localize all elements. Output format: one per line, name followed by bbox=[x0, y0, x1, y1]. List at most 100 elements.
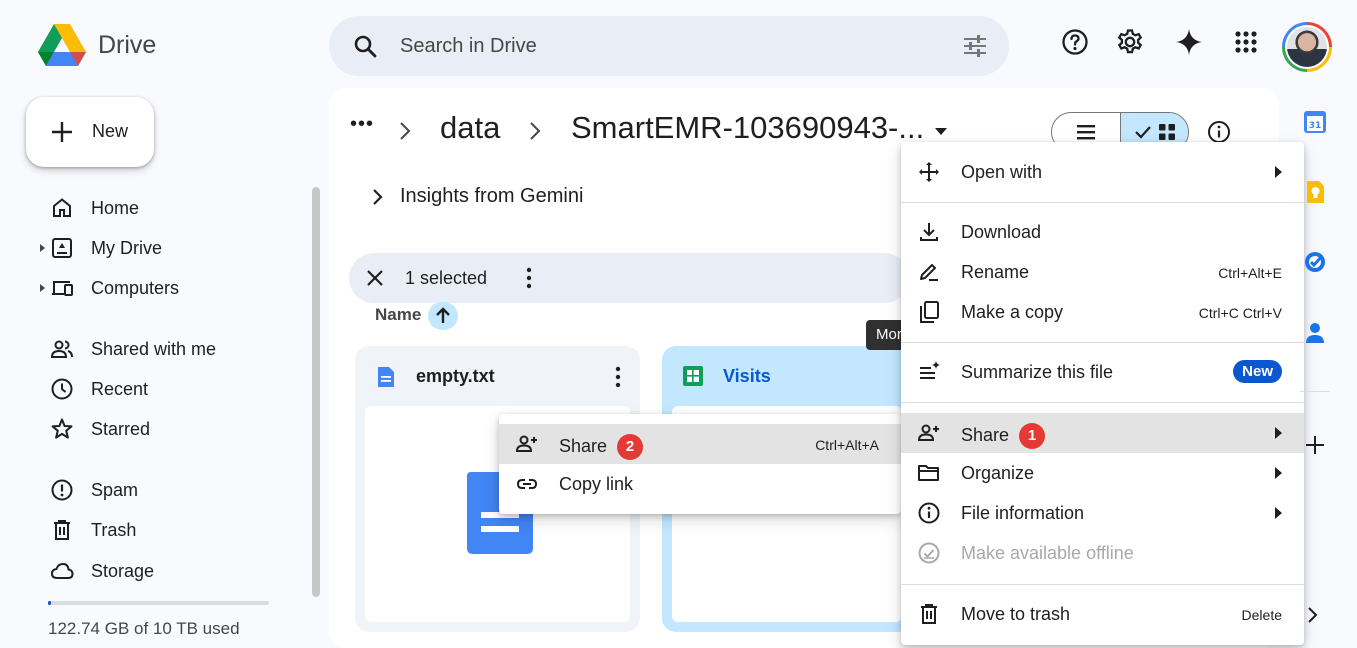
menu-item-organize[interactable]: Organize bbox=[901, 453, 1304, 493]
drive-logo-icon bbox=[38, 24, 86, 66]
insights-toggle[interactable]: Insights from Gemini bbox=[372, 185, 583, 208]
info-icon[interactable] bbox=[1207, 120, 1231, 144]
summarize-icon bbox=[920, 361, 940, 379]
menu-item-summarize[interactable]: Summarize this file New bbox=[901, 352, 1304, 392]
breadcrumb-current[interactable]: SmartEMR-103690943-... bbox=[571, 110, 924, 146]
menu-item-download[interactable]: Download bbox=[901, 212, 1304, 252]
folder-dropdown-icon[interactable] bbox=[934, 127, 948, 137]
menu-item-make-a-copy[interactable]: Make a copy Ctrl+C Ctrl+V bbox=[901, 292, 1304, 332]
search-icon[interactable] bbox=[353, 34, 377, 58]
chevron-right-icon bbox=[530, 122, 541, 140]
step-badge: 2 bbox=[617, 434, 644, 460]
app-title: Drive bbox=[98, 30, 157, 59]
submenu-item-label: Copy link bbox=[559, 474, 634, 494]
breadcrumb-parent[interactable]: data bbox=[440, 110, 500, 146]
breadcrumb-ellipsis[interactable]: ••• bbox=[350, 113, 374, 136]
tasks-icon[interactable] bbox=[1303, 250, 1327, 274]
sidebar-item-label: Starred bbox=[91, 419, 151, 439]
search-bar[interactable]: Search in Drive bbox=[329, 16, 1009, 76]
menu-divider bbox=[901, 584, 1304, 585]
sidebar-item-label: My Drive bbox=[91, 238, 162, 258]
cloud-icon bbox=[51, 563, 74, 579]
clock-icon bbox=[51, 378, 73, 400]
trash-icon bbox=[54, 520, 70, 540]
calendar-icon[interactable]: 31 bbox=[1303, 110, 1327, 134]
submenu-arrow-icon bbox=[1275, 166, 1282, 178]
menu-item-label: Make available offline bbox=[961, 543, 1134, 563]
gemini-sparkle-icon[interactable] bbox=[1175, 28, 1203, 56]
name-column-header[interactable]: Name bbox=[375, 305, 421, 325]
chevron-right-icon bbox=[400, 122, 411, 140]
trash-icon bbox=[921, 604, 937, 624]
storage-progress-bar bbox=[48, 601, 269, 605]
add-addon-icon[interactable] bbox=[1303, 433, 1327, 457]
menu-item-rename[interactable]: Rename Ctrl+Alt+E bbox=[901, 252, 1304, 292]
close-icon[interactable] bbox=[366, 269, 384, 287]
apps-grid-icon[interactable] bbox=[1232, 28, 1260, 56]
sidebar-item-label: Trash bbox=[91, 520, 137, 540]
submenu-item-share[interactable]: Share 2 Ctrl+Alt+A bbox=[499, 424, 901, 464]
selection-count: 1 selected bbox=[405, 268, 488, 288]
more-vert-icon[interactable] bbox=[525, 267, 533, 289]
computers-icon bbox=[52, 281, 73, 296]
my-drive-icon bbox=[52, 238, 72, 258]
new-badge: New bbox=[1233, 360, 1282, 383]
home-icon bbox=[53, 198, 71, 217]
menu-item-label: Organize bbox=[961, 463, 1035, 483]
google-sheets-icon bbox=[683, 366, 703, 386]
shortcut-text: Ctrl+Alt+A bbox=[815, 437, 879, 453]
sidebar-item-label: Home bbox=[91, 198, 140, 218]
menu-divider bbox=[901, 202, 1304, 203]
share-submenu: Share 2 Ctrl+Alt+A Copy link bbox=[499, 414, 901, 514]
sidebar-item-label: Recent bbox=[91, 379, 149, 399]
rename-icon bbox=[920, 264, 938, 281]
submenu-arrow-icon bbox=[1275, 427, 1282, 439]
menu-item-move-to-trash[interactable]: Move to trash Delete bbox=[901, 594, 1304, 634]
menu-item-label: Make a copy bbox=[961, 302, 1064, 322]
contacts-icon[interactable] bbox=[1303, 320, 1327, 344]
google-docs-icon bbox=[378, 367, 394, 387]
avatar-photo bbox=[1287, 27, 1327, 67]
link-icon bbox=[516, 479, 538, 489]
expand-side-panel-icon[interactable] bbox=[1305, 605, 1321, 625]
menu-item-label: Rename bbox=[961, 262, 1030, 282]
storage-progress-fill bbox=[48, 601, 51, 605]
file-name: empty.txt bbox=[416, 366, 495, 386]
gear-icon[interactable] bbox=[1116, 28, 1144, 56]
expand-arrow-icon[interactable] bbox=[40, 284, 45, 292]
list-icon bbox=[1077, 125, 1095, 140]
grid-icon bbox=[1158, 124, 1175, 140]
keep-icon[interactable] bbox=[1303, 180, 1327, 204]
submenu-arrow-icon bbox=[1275, 467, 1282, 479]
insights-label: Insights from Gemini bbox=[400, 185, 584, 207]
sidebar-item-label: Spam bbox=[91, 480, 139, 500]
menu-item-open-with[interactable]: Open with bbox=[901, 152, 1304, 192]
help-icon[interactable] bbox=[1061, 28, 1089, 56]
menu-item-file-information[interactable]: File information bbox=[901, 493, 1304, 533]
info-icon bbox=[918, 502, 940, 524]
move-icon bbox=[919, 162, 939, 182]
more-vert-icon[interactable] bbox=[614, 366, 622, 388]
sort-direction-button[interactable] bbox=[428, 302, 458, 330]
plus-icon bbox=[52, 122, 72, 142]
menu-item-share[interactable]: Share 1 bbox=[901, 413, 1304, 453]
menu-item-label: Share bbox=[961, 424, 1010, 445]
submenu-item-copy-link[interactable]: Copy link bbox=[499, 464, 901, 504]
search-options-icon[interactable] bbox=[963, 35, 987, 57]
menu-item-label: Move to trash bbox=[961, 604, 1071, 624]
file-name: Visits bbox=[723, 366, 771, 386]
chevron-right-icon bbox=[373, 188, 383, 205]
search-input[interactable]: Search in Drive bbox=[400, 35, 537, 58]
spam-icon bbox=[51, 479, 73, 501]
new-button[interactable]: New bbox=[26, 97, 154, 167]
expand-arrow-icon[interactable] bbox=[40, 244, 45, 252]
shortcut-text: Delete bbox=[1241, 607, 1282, 623]
menu-divider bbox=[901, 402, 1304, 403]
drive-logo[interactable]: Drive bbox=[38, 24, 156, 66]
arrow-up-icon bbox=[436, 307, 450, 323]
storage-usage-text: 122.74 GB of 10 TB used bbox=[48, 619, 240, 638]
copy-icon bbox=[920, 301, 939, 323]
account-avatar[interactable] bbox=[1282, 22, 1332, 72]
selection-toolbar: 1 selected bbox=[349, 253, 909, 303]
sidebar-scrollbar[interactable] bbox=[312, 187, 320, 597]
